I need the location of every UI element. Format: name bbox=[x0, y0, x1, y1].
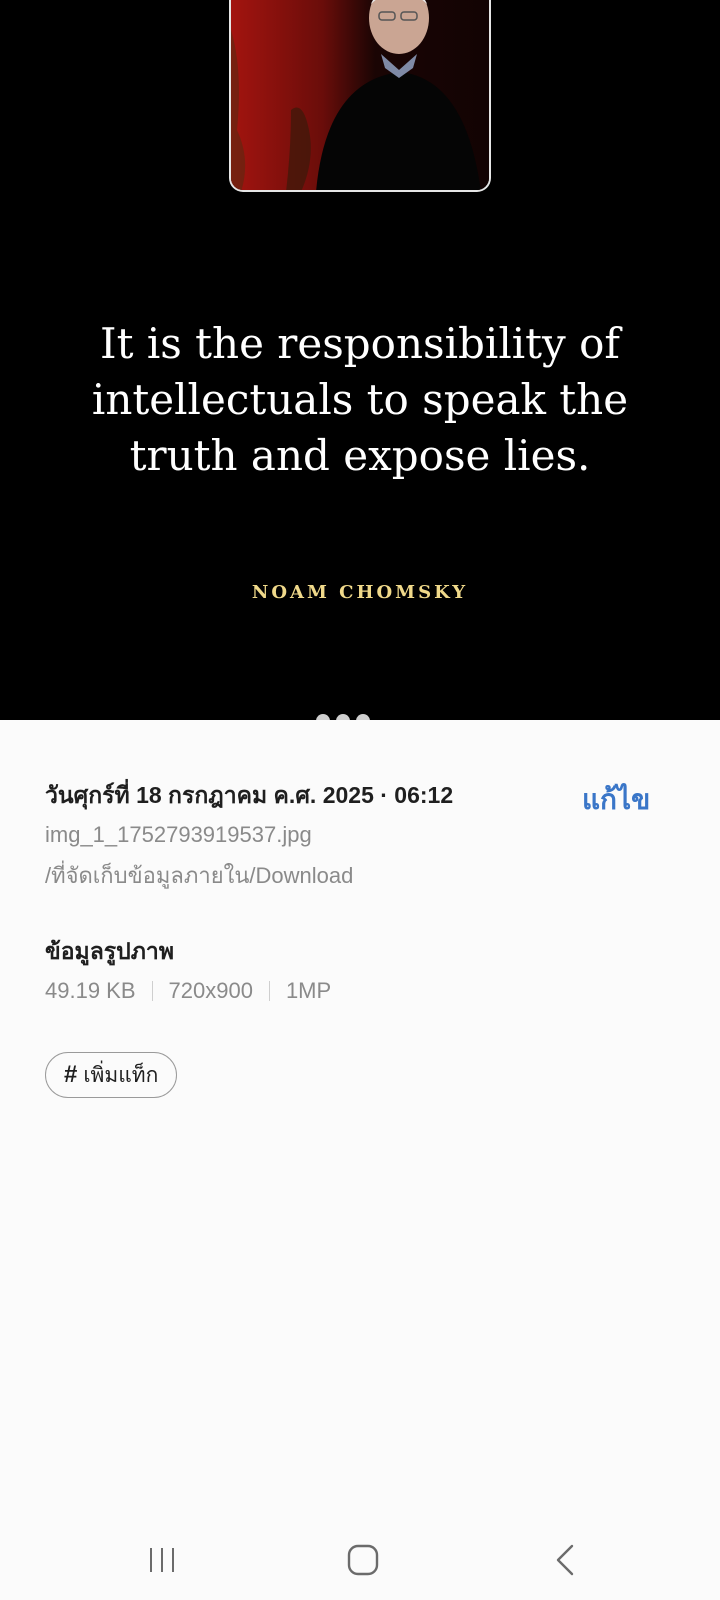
megapixels: 1MP bbox=[285, 978, 332, 1003]
recents-icon bbox=[150, 1548, 174, 1572]
portrait-photo bbox=[229, 0, 491, 192]
add-tag-button[interactable]: # เพิ่มแท็ก bbox=[45, 1052, 178, 1098]
resolution: 720x900 bbox=[168, 978, 253, 1003]
back-button[interactable] bbox=[535, 1538, 595, 1582]
details-sheet bbox=[0, 720, 720, 1600]
quote-line-2: intellectuals to speak the bbox=[91, 375, 629, 424]
quote-line-1: It is the responsibility of bbox=[100, 319, 620, 368]
hash-icon: # bbox=[64, 1061, 78, 1088]
add-tag-label: เพิ่มแท็ก bbox=[83, 1063, 159, 1087]
home-icon bbox=[347, 1544, 379, 1576]
back-icon bbox=[556, 1544, 574, 1576]
quote-text: It is the responsibility of intellectual… bbox=[60, 316, 660, 484]
file-path: /ที่จัดเก็บข้อมูลภายใน/Download bbox=[45, 863, 354, 888]
edit-button[interactable]: แก้ไข bbox=[582, 778, 650, 822]
image-info-row: 49.19 KB 720x900 1MP bbox=[45, 978, 331, 1004]
date-time: วันศุกร์ที่ 18 กรกฎาคม ค.ศ. 2025 · 06:12 bbox=[45, 782, 454, 808]
divider bbox=[268, 981, 270, 1001]
file-size: 49.19 KB bbox=[45, 978, 136, 1003]
image-info-title: ข้อมูลรูปภาพ bbox=[45, 938, 174, 964]
quote-author: NOAM CHOMSKY bbox=[251, 582, 469, 603]
navigation-bar bbox=[0, 1520, 720, 1600]
home-button[interactable] bbox=[333, 1538, 393, 1582]
recents-button[interactable] bbox=[132, 1538, 192, 1582]
quote-image[interactable]: It is the responsibility of intellectual… bbox=[0, 0, 720, 720]
file-name: img_1_1752793919537.jpg bbox=[45, 822, 312, 847]
quote-line-3: truth and expose lies. bbox=[129, 431, 591, 480]
divider bbox=[151, 981, 153, 1001]
